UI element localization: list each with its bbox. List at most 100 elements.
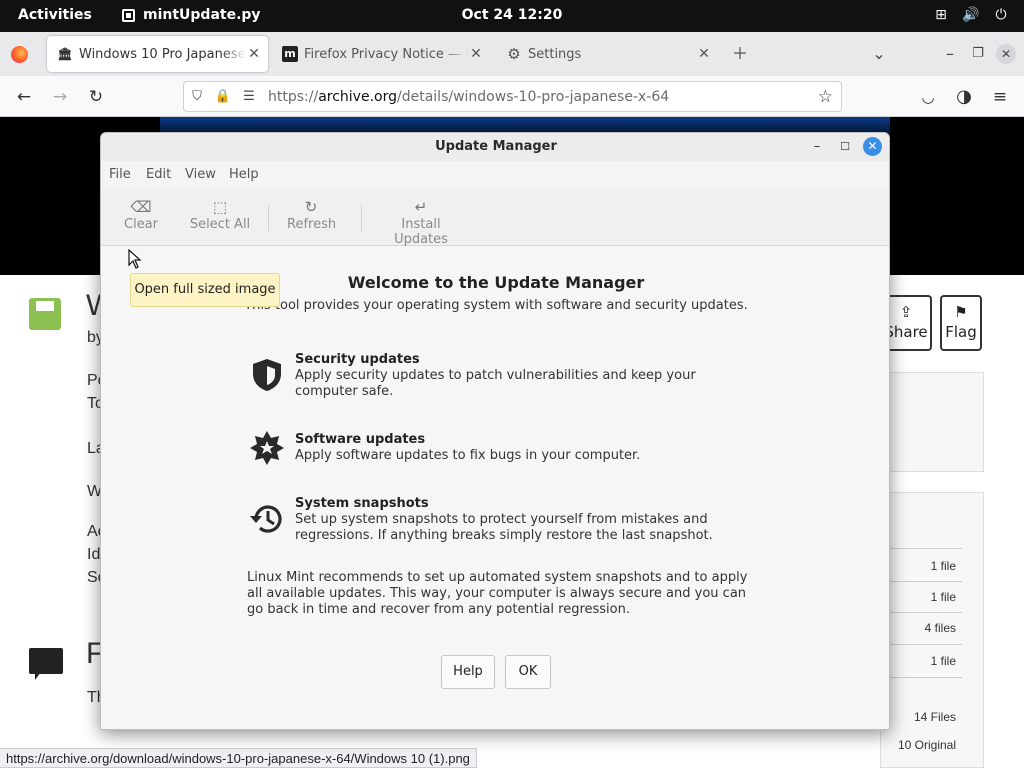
select-all-label: Select All: [189, 217, 251, 232]
app-window-icon: [122, 8, 135, 22]
divider: [888, 548, 962, 549]
window-title: Update Manager: [435, 139, 557, 154]
file-count[interactable]: 1 file: [931, 654, 956, 668]
desc-line: Id: [87, 546, 101, 563]
permissions-icon[interactable]: ☰: [236, 89, 262, 104]
back-arrow-icon[interactable]: ←: [13, 86, 35, 108]
account-icon[interactable]: ◑: [953, 86, 975, 108]
tab-privacy-notice[interactable]: m Firefox Privacy Notice — Mozilla ✕: [272, 36, 490, 72]
close-tab-icon[interactable]: ✕: [246, 46, 262, 62]
minimize-icon[interactable]: –: [807, 137, 827, 157]
minimize-window-icon[interactable]: –: [940, 44, 960, 64]
url-path: /details/windows-10-pro-japanese-x-64: [397, 88, 670, 105]
tab-archive[interactable]: 🏛 Windows 10 Pro Japanese (x64) ✕: [47, 36, 268, 72]
flag-label: Flag: [945, 323, 977, 341]
feature-title: System snapshots: [295, 496, 429, 511]
volume-icon[interactable]: 🔊: [962, 6, 980, 24]
refresh-label: Refresh: [287, 217, 337, 232]
star-badge-icon: [250, 431, 284, 465]
history-icon: [250, 505, 282, 533]
bookmark-star-icon[interactable]: ☆: [818, 87, 833, 107]
feature-title: Security updates: [295, 352, 420, 367]
install-updates-label: Install Updates: [394, 217, 448, 247]
system-tray[interactable]: ⊞ 🔊 ⏻: [932, 6, 1010, 24]
maximize-window-icon[interactable]: ❐: [968, 44, 988, 64]
url-text[interactable]: https://archive.org/details/windows-10-p…: [268, 89, 669, 105]
maximize-icon[interactable]: ☐: [835, 137, 855, 157]
app-menu[interactable]: mintUpdate.py: [122, 7, 261, 23]
forward-arrow-icon[interactable]: →: [49, 86, 71, 108]
app-name: mintUpdate.py: [143, 7, 261, 23]
file-count[interactable]: 1 file: [931, 590, 956, 604]
reviews-chat-icon: [29, 648, 63, 680]
sidebar-panel: [880, 372, 984, 472]
firefox-logo-icon[interactable]: [11, 46, 28, 63]
tracking-shield-icon[interactable]: ⛉: [184, 89, 210, 104]
share-label: Share: [884, 323, 928, 341]
gear-icon: ⚙: [507, 45, 521, 63]
toolbar-separator: [268, 205, 269, 231]
window-titlebar[interactable]: Update Manager – ☐ ✕: [101, 133, 889, 161]
feature-desc: Set up system snapshots to protect yours…: [295, 512, 713, 543]
pocket-icon[interactable]: ◡: [917, 86, 939, 108]
tab-settings[interactable]: ⚙ Settings ✕: [496, 36, 718, 72]
feature-desc: Apply software updates to fix bugs in yo…: [295, 448, 641, 463]
menu-file[interactable]: File: [109, 167, 131, 182]
close-tab-icon[interactable]: ✕: [696, 46, 712, 62]
file-count[interactable]: 1 file: [931, 559, 956, 573]
mouse-cursor-icon: [128, 249, 142, 269]
clear-label: Clear: [124, 217, 158, 232]
tab-title: Windows 10 Pro Japanese (x64): [79, 46, 246, 62]
activities-button[interactable]: Activities: [18, 7, 92, 23]
divider: [888, 677, 962, 678]
tab-title: Firefox Privacy Notice — Mozilla: [304, 46, 468, 62]
reload-icon[interactable]: ↻: [85, 86, 107, 108]
select-all-button[interactable]: ⬚ Select All: [189, 197, 251, 232]
divider: [888, 581, 962, 582]
toolbar-separator: [361, 205, 362, 231]
tab-title: Settings: [528, 46, 582, 62]
install-updates-button[interactable]: ↵ Install Updates: [375, 197, 467, 247]
power-icon[interactable]: ⏻: [992, 6, 1010, 24]
tooltip: Open full sized image: [130, 273, 280, 307]
menu-bar: File Edit View Help: [101, 161, 889, 189]
url-host: archive.org: [318, 88, 397, 105]
welcome-content: Welcome to the Update Manager This tool …: [101, 246, 889, 729]
close-icon[interactable]: ✕: [863, 137, 882, 156]
total-files[interactable]: 14 Files: [914, 710, 956, 724]
help-button[interactable]: Help: [441, 655, 495, 689]
list-tabs-chevron-icon[interactable]: ⌄: [869, 44, 889, 64]
gnome-top-bar: Activities mintUpdate.py Oct 24 12:20 ⊞ …: [0, 0, 1024, 32]
shield-icon: [253, 359, 281, 391]
close-tab-icon[interactable]: ✕: [468, 46, 484, 62]
feature-title: Software updates: [295, 432, 426, 447]
hamburger-menu-icon[interactable]: ≡: [989, 86, 1011, 108]
file-count[interactable]: 4 files: [925, 621, 956, 635]
divider: [888, 644, 962, 645]
backspace-icon: ⌫: [130, 198, 152, 216]
flag-icon: ⚑: [954, 303, 968, 321]
close-window-icon[interactable]: ✕: [996, 44, 1016, 64]
new-tab-icon[interactable]: ＋: [730, 44, 750, 64]
refresh-button[interactable]: ↻ Refresh: [287, 197, 337, 232]
ok-button[interactable]: OK: [505, 655, 551, 689]
original-files[interactable]: 10 Original: [898, 738, 956, 752]
save-disk-icon: [29, 298, 61, 330]
url-bar[interactable]: ⛉ 🔒 ☰ https://archive.org/details/window…: [183, 81, 842, 112]
lock-icon[interactable]: 🔒: [210, 89, 236, 104]
clear-button[interactable]: ⌫ Clear: [123, 197, 159, 232]
flag-button[interactable]: ⚑ Flag: [940, 295, 982, 351]
divider: [888, 612, 962, 613]
recommendation-text: Linux Mint recommends to set up automate…: [247, 570, 748, 617]
link-status-bar: https://archive.org/download/windows-10-…: [0, 748, 477, 768]
url-scheme: https://: [268, 88, 319, 105]
network-icon[interactable]: ⊞: [932, 6, 950, 24]
mozilla-icon: m: [282, 46, 298, 62]
menu-help[interactable]: Help: [229, 167, 259, 182]
toolbar: ⌫ Clear ⬚ Select All ↻ Refresh ↵ Install…: [101, 189, 889, 247]
menu-view[interactable]: View: [185, 167, 216, 182]
feature-desc: Apply security updates to patch vulnerab…: [295, 368, 696, 399]
update-manager-window: Update Manager – ☐ ✕ File Edit View Help…: [100, 132, 890, 730]
menu-edit[interactable]: Edit: [146, 167, 171, 182]
select-all-icon: ⬚: [212, 198, 228, 216]
